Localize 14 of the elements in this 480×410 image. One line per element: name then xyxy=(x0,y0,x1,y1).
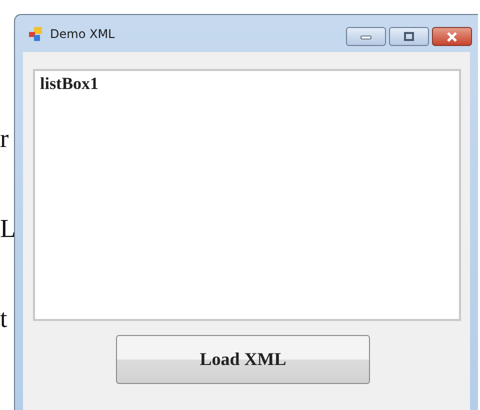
window-title: Demo XML xyxy=(50,26,115,40)
close-button[interactable] xyxy=(432,27,472,46)
document-text: r xyxy=(0,124,10,154)
load-xml-button[interactable]: Load XML xyxy=(116,335,370,384)
minimize-button[interactable] xyxy=(346,27,386,46)
minimize-icon xyxy=(360,34,372,40)
list-box[interactable]: listBox1 xyxy=(33,69,461,321)
app-icon xyxy=(28,26,44,42)
maximize-button[interactable] xyxy=(389,27,429,46)
close-icon xyxy=(445,32,459,42)
document-text: L xyxy=(0,214,14,244)
list-item[interactable]: listBox1 xyxy=(40,74,454,94)
document-text: t xyxy=(0,304,8,334)
maximize-icon xyxy=(403,32,415,42)
